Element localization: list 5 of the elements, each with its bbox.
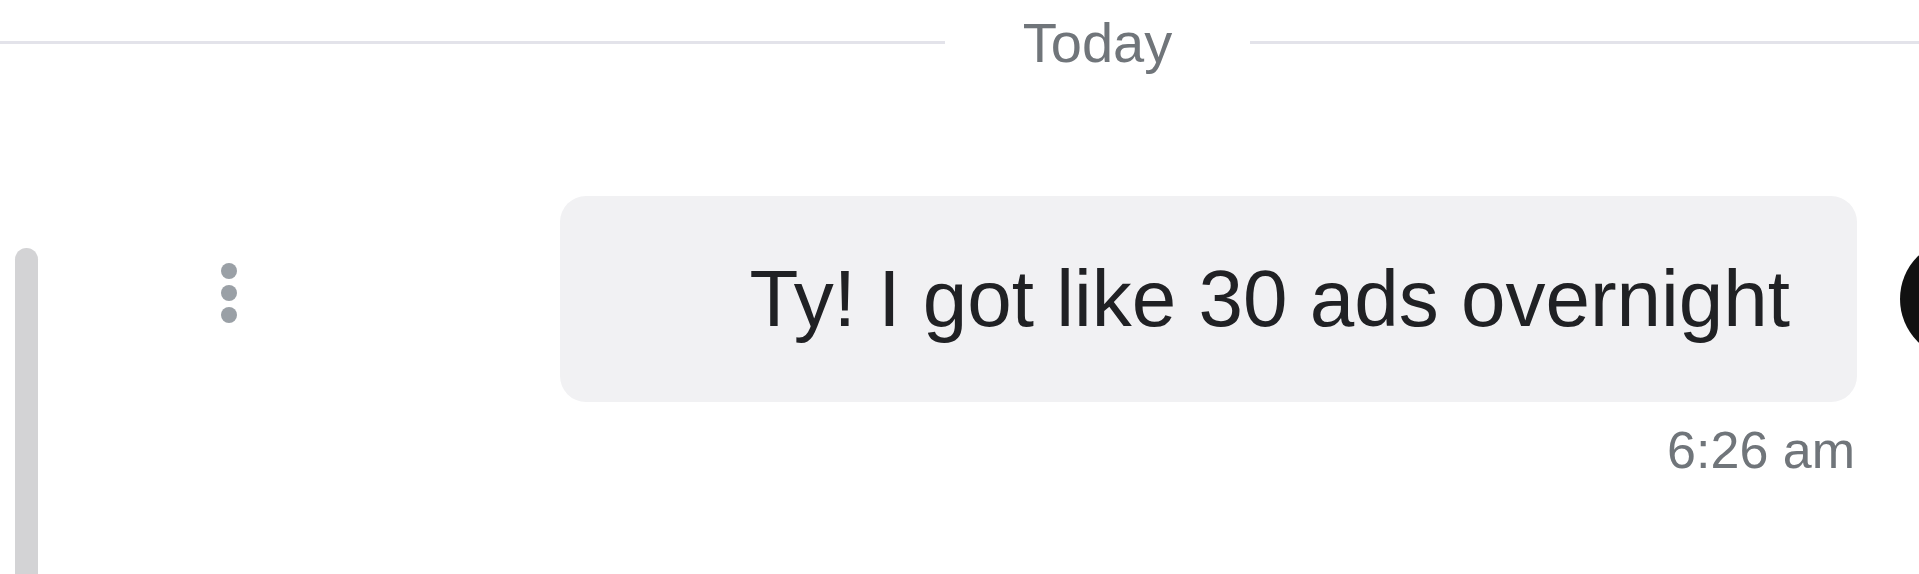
more-options-icon[interactable] xyxy=(220,262,238,324)
date-divider-label: Today xyxy=(1022,9,1173,75)
message-time: 6:26 am xyxy=(1667,420,1855,480)
message-text: Ty! I got like 30 ads overnight xyxy=(749,253,1790,345)
scrollbar[interactable] xyxy=(15,248,38,574)
